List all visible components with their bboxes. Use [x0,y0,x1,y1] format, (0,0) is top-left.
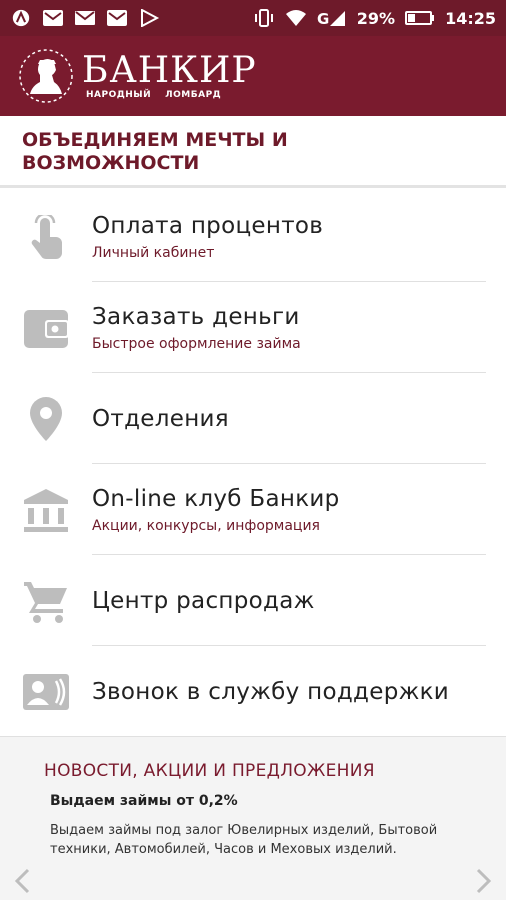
battery-icon [405,11,435,25]
play-store-icon [141,9,160,27]
menu-item-support-call[interactable]: Звонок в службу поддержки [0,646,506,737]
chevron-left-icon[interactable] [12,868,34,894]
gmail-icon [43,10,63,26]
menu-item-online-club[interactable]: On-line клуб Банкир Акции, конкурсы, инф… [0,464,506,555]
menu-item-title: On-line клуб Банкир [92,485,340,512]
signal-icon: G [317,10,345,27]
menu-item-branches[interactable]: Отделения [0,373,506,464]
brand-name: БАНКИР [82,50,257,91]
contact-phone-icon [22,668,70,716]
menu-item-title: Оплата процентов [92,212,324,239]
bank-building-icon [22,486,70,534]
menu-item-subtitle: Акции, конкурсы, информация [92,517,320,534]
shopping-cart-icon [22,577,70,625]
news-section-title: НОВОСТИ, АКЦИИ И ПРЕДЛОЖЕНИЯ [44,761,375,781]
wallet-icon [22,304,70,352]
main-menu: Оплата процентов Личный кабинет Заказать… [0,191,506,737]
slogan-banner: ОБЪЕДИНЯЕМ МЕЧТЫ И ВОЗМОЖНОСТИ [0,116,506,188]
menu-item-title: Отделения [92,405,229,432]
battery-percent: 29% [356,8,396,28]
vibrate-icon [254,9,273,27]
brand: БАНКИР народный ломбард [82,50,257,101]
menu-item-order-money[interactable]: Заказать деньги Быстрое оформление займа [0,282,506,373]
chevron-right-icon[interactable] [472,868,494,894]
news-body: Выдаем займы под залог Ювелирных изделий… [50,823,438,857]
touch-hand-icon [22,213,70,261]
menu-item-subtitle: Личный кабинет [92,244,215,261]
mail-icon [75,11,95,25]
svg-text:G: G [317,10,329,27]
brand-subtitle: народный ломбард [86,90,257,100]
clock: 14:25 [445,8,496,28]
location-pin-icon [22,395,70,443]
status-bar: G 29% 14:25 [0,0,506,36]
brand-sub-1: народный [86,90,152,100]
brand-sub-2: ломбард [165,90,222,100]
gmail-icon [107,10,127,26]
news-headline[interactable]: Выдаем займы от 0,2% [50,793,238,809]
menu-item-interest-payment[interactable]: Оплата процентов Личный кабинет [0,191,506,282]
logo-emblem-icon [19,49,73,103]
app-a-icon [12,9,30,27]
menu-item-sales-center[interactable]: Центр распродаж [0,555,506,646]
menu-item-title: Заказать деньги [92,303,300,330]
app-header: БАНКИР народный ломбард [0,36,506,116]
menu-item-title: Центр распродаж [92,587,315,614]
wifi-icon [285,10,306,26]
menu-item-subtitle: Быстрое оформление займа [92,335,301,352]
slogan-text: ОБЪЕДИНЯЕМ МЕЧТЫ И ВОЗМОЖНОСТИ [22,129,288,174]
menu-item-title: Звонок в службу поддержки [92,678,450,705]
news-section: НОВОСТИ, АКЦИИ И ПРЕДЛОЖЕНИЯ Выдаем займ… [0,736,506,900]
